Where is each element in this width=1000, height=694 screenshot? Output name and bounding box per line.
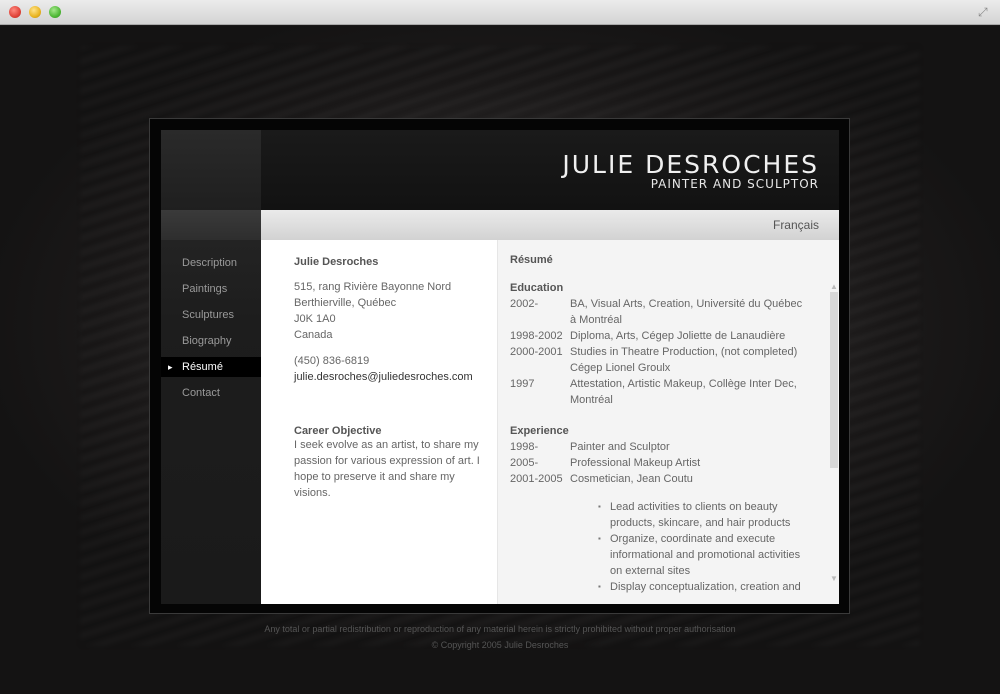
list-item: Display conceptualization, creation and	[598, 579, 813, 595]
career-objective-text: I seek evolve as an artist, to share my …	[294, 439, 480, 499]
education-year: 1998-2002	[510, 330, 563, 342]
table-row: 1998- Painter and Sculptor	[510, 439, 810, 455]
resume-content: Résumé Education 2002- BA, Visual Arts, …	[510, 254, 810, 595]
experience-year: 2001-2005	[510, 473, 563, 485]
contact-phone: (450) 836-6819	[294, 355, 370, 367]
window-titlebar: ⤢	[0, 0, 1000, 25]
scroll-down-icon[interactable]: ▼	[829, 574, 839, 584]
scroll-up-icon[interactable]: ▲	[829, 282, 839, 292]
page-footer: Any total or partial redistribution or r…	[0, 621, 1000, 653]
experience-heading: Experience	[510, 425, 569, 437]
contact-email-link[interactable]: julie.desroches@juliedesroches.com	[294, 369, 497, 385]
education-entry: BA, Visual Arts, Creation, Université du…	[570, 298, 803, 326]
site-tagline: PAINTER AND SCULPTOR	[650, 177, 819, 191]
sidebar-top	[161, 130, 261, 210]
table-row: 1997 Attestation, Artistic Makeup, Collè…	[510, 376, 810, 408]
education-entry: Diploma, Arts, Cégep Joliette de Lanaudi…	[570, 330, 786, 342]
education-year: 2002-	[510, 298, 539, 310]
resume-scrollbar[interactable]: ▲ ▼	[829, 282, 839, 584]
education-table: 2002- BA, Visual Arts, Creation, Univers…	[510, 296, 810, 408]
education-entry: Attestation, Artistic Makeup, Collège In…	[570, 378, 797, 406]
minimize-window-button[interactable]	[29, 6, 41, 18]
contact-name: Julie Desroches	[294, 256, 379, 268]
experience-table: 1998- Painter and Sculptor 2005- Profess…	[510, 439, 810, 487]
contact-address: 515, rang Rivière Bayonne Nord Berthierv…	[294, 279, 497, 343]
experience-entry: Cosmetician, Jean Coutu	[570, 473, 693, 485]
duties-list: Lead activities to clients on beauty pro…	[598, 499, 813, 595]
zoom-window-button[interactable]	[49, 6, 61, 18]
address-line: Canada	[294, 329, 333, 341]
education-year: 2000-2001	[510, 346, 563, 358]
education-year: 1997	[510, 378, 535, 390]
list-item: Organize, coordinate and execute informa…	[598, 531, 813, 579]
language-bar: Français	[261, 210, 839, 240]
resume-title: Résumé	[510, 254, 553, 266]
contact-column: Julie Desroches 515, rang Rivière Bayonn…	[261, 240, 497, 604]
content-area: Julie Desroches 515, rang Rivière Bayonn…	[261, 240, 839, 604]
site-header: JULIE DESROCHES PAINTER AND SCULPTOR	[261, 130, 839, 210]
table-row: 2000-2001 Studies in Theatre Production,…	[510, 344, 810, 376]
scroll-thumb[interactable]	[830, 292, 838, 468]
education-heading: Education	[510, 282, 564, 294]
table-row: 2001-2005 Cosmetician, Jean Coutu	[510, 471, 810, 487]
experience-year: 2005-	[510, 457, 539, 469]
experience-entry: Professional Makeup Artist	[570, 457, 701, 469]
copyright-line: © Copyright 2005 Julie Desroches	[431, 640, 569, 650]
experience-entry: Painter and Sculptor	[570, 441, 670, 453]
language-link[interactable]: Français	[773, 218, 819, 232]
table-row: 2005- Professional Makeup Artist	[510, 455, 810, 471]
close-window-button[interactable]	[9, 6, 21, 18]
copyright-notice: Any total or partial redistribution or r…	[264, 624, 736, 634]
education-entry: Studies in Theatre Production, (not comp…	[570, 346, 798, 374]
expand-icon[interactable]: ⤢	[978, 5, 992, 19]
page-background: JULIE DESROCHES PAINTER AND SCULPTOR Fra…	[0, 26, 1000, 694]
list-item: Lead activities to clients on beauty pro…	[598, 499, 813, 531]
address-line: 515, rang Rivière Bayonne Nord	[294, 281, 452, 293]
experience-year: 1998-	[510, 441, 539, 453]
table-row: 1998-2002 Diploma, Arts, Cégep Joliette …	[510, 328, 810, 344]
table-row: 2002- BA, Visual Arts, Creation, Univers…	[510, 296, 810, 328]
sidebar-band	[161, 210, 261, 240]
career-objective-heading: Career Objective	[294, 425, 382, 437]
site-frame: JULIE DESROCHES PAINTER AND SCULPTOR Fra…	[149, 118, 850, 614]
site-title: JULIE DESROCHES	[562, 150, 819, 179]
address-line: Berthierville, Québec	[294, 297, 397, 309]
resume-column: Résumé Education 2002- BA, Visual Arts, …	[497, 240, 839, 604]
address-line: J0K 1A0	[294, 313, 336, 325]
